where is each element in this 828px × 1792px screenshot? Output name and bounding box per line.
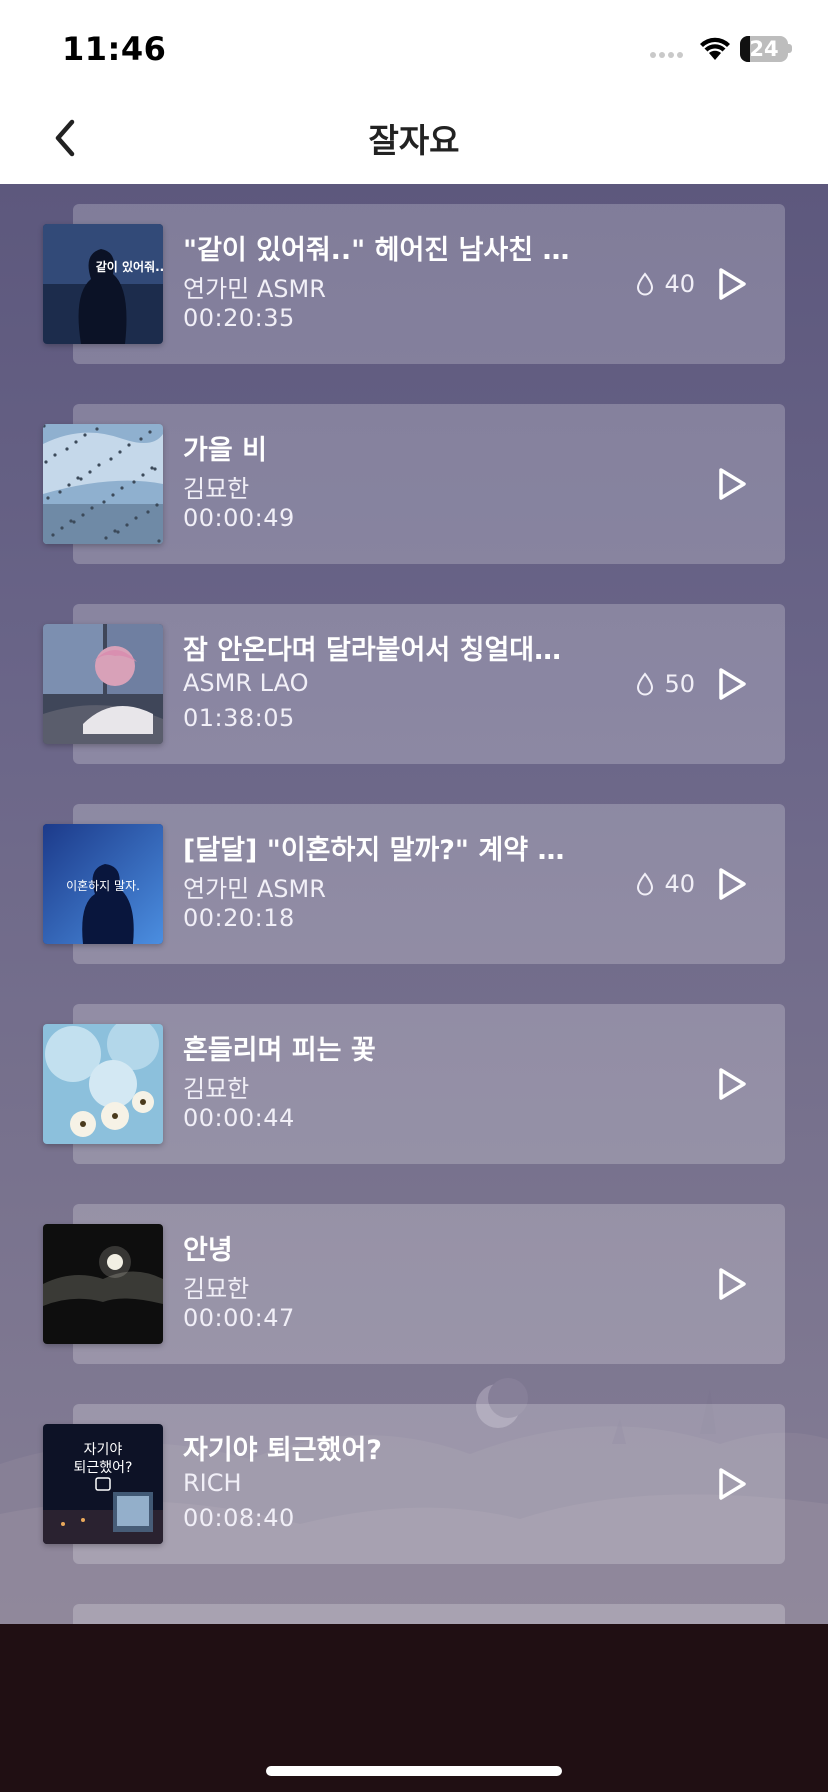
- thumbnail-caption: 같이 있어줘..: [96, 259, 163, 274]
- track-duration: 00:08:40: [183, 1504, 295, 1532]
- drops-value: 50: [664, 670, 695, 698]
- water-drop-icon: [637, 272, 654, 296]
- track-thumbnail: 같이 있어줘..: [43, 224, 163, 344]
- battery-icon: 24: [740, 36, 788, 62]
- track-artist: ASMR LAO: [183, 669, 309, 697]
- track-thumbnail: [43, 1024, 163, 1144]
- play-icon[interactable]: [715, 1066, 749, 1102]
- track-artist: 김묘한: [183, 1275, 250, 1303]
- play-icon[interactable]: [715, 866, 749, 902]
- play-icon[interactable]: [715, 1266, 749, 1302]
- track-thumbnail: [43, 624, 163, 744]
- thumbnail-caption: 이혼하지 말자.: [66, 879, 140, 893]
- thumbnail-caption: 자기야: [84, 1442, 123, 1458]
- home-indicator: [266, 1766, 562, 1776]
- track-list[interactable]: 같이 있어줘.. "같이 있어줘.." 헤어진 남사친 위... 연가민 ASMR 0…: [0, 184, 828, 1624]
- track-duration: 01:38:05: [183, 704, 295, 732]
- track-artist: 김묘한: [183, 475, 250, 503]
- track-title: [달달] "이혼하지 말까?" 계약 결...: [183, 835, 583, 866]
- track-artist: RICH: [183, 1469, 242, 1497]
- track-duration: 00:20:35: [183, 304, 295, 332]
- track-thumbnail: 이혼하지 말자.: [43, 824, 163, 944]
- track-duration: 00:00:44: [183, 1104, 295, 1132]
- bottom-panel: [0, 1624, 828, 1792]
- track-title: 흔들리며 피는 꽃: [183, 1035, 376, 1066]
- cellular-signal-icon: [650, 52, 683, 58]
- status-time: 11:46: [62, 30, 167, 68]
- track-title: 자기야 퇴근했어?: [183, 1435, 382, 1466]
- play-icon[interactable]: [715, 666, 749, 702]
- track-title: 안녕: [183, 1235, 233, 1266]
- page-title: 잘자요: [368, 121, 460, 160]
- track-artist: 김묘한: [183, 1075, 250, 1103]
- drops-value: 40: [664, 270, 695, 298]
- track-title: 가을 비: [183, 435, 267, 466]
- drops-count: 40: [636, 270, 695, 298]
- track-duration: 00:00:49: [183, 504, 295, 532]
- status-bar: 11:46 24: [0, 0, 828, 92]
- track-card[interactable]: [73, 1604, 785, 1624]
- track-artist: 연가민 ASMR: [183, 875, 326, 903]
- track-thumbnail: [43, 424, 163, 544]
- track-duration: 00:00:47: [183, 1304, 295, 1332]
- track-duration: 00:20:18: [183, 904, 295, 932]
- track-title: 잠 안온다며 달라붙어서 칭얼대다가 갑...: [183, 635, 583, 666]
- track-title: "같이 있어줘.." 헤어진 남사친 위...: [183, 235, 583, 266]
- track-artist: 연가민 ASMR: [183, 275, 326, 303]
- track-thumbnail: 자기야퇴근했어?: [43, 1424, 163, 1544]
- water-drop-icon: [637, 872, 654, 896]
- battery-percentage: 24: [749, 37, 779, 61]
- navigation-bar: 잘자요: [0, 92, 828, 184]
- drops-value: 40: [664, 870, 695, 898]
- wifi-icon: [700, 37, 730, 60]
- drops-count: 40: [636, 870, 695, 898]
- play-icon[interactable]: [715, 466, 749, 502]
- thumbnail-caption: 퇴근했어?: [74, 1460, 133, 1476]
- track-thumbnail: [43, 1224, 163, 1344]
- play-icon[interactable]: [715, 266, 749, 302]
- drops-count: 50: [636, 670, 695, 698]
- water-drop-icon: [637, 672, 654, 696]
- play-icon[interactable]: [715, 1466, 749, 1502]
